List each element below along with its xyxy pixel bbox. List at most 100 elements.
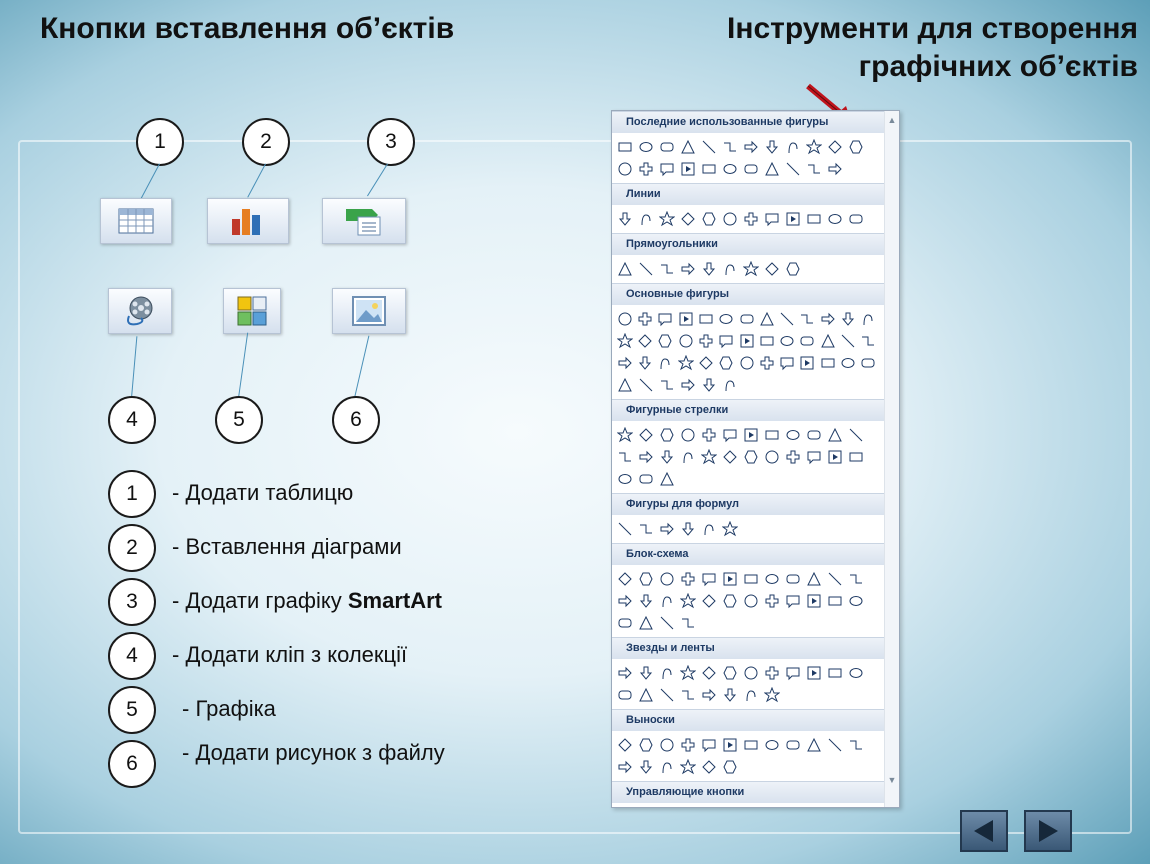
insert-clip-button[interactable] [108,288,172,334]
shape-option-icon[interactable] [763,664,781,682]
insert-table-button[interactable] [100,198,172,244]
shape-option-icon[interactable] [697,332,714,350]
shape-option-icon[interactable] [742,210,760,228]
shape-option-icon[interactable] [784,664,802,682]
shape-option-icon[interactable] [697,310,714,328]
shape-option-icon[interactable] [616,376,634,394]
shape-option-icon[interactable] [700,210,718,228]
shape-option-icon[interactable] [847,736,865,754]
scroll-up-icon[interactable]: ▲ [885,115,899,125]
shape-option-icon[interactable] [805,592,823,610]
shape-option-icon[interactable] [799,310,816,328]
shape-option-icon[interactable] [763,448,781,466]
shape-option-icon[interactable] [636,332,653,350]
shape-option-icon[interactable] [616,426,634,444]
shape-option-icon[interactable] [799,354,816,372]
shape-option-icon[interactable] [784,736,802,754]
shape-option-icon[interactable] [819,310,836,328]
shape-option-icon[interactable] [679,520,697,538]
shape-option-icon[interactable] [658,448,676,466]
shape-option-icon[interactable] [742,448,760,466]
shape-option-icon[interactable] [826,160,844,178]
shape-option-icon[interactable] [657,310,674,328]
shape-option-icon[interactable] [826,448,844,466]
shape-option-icon[interactable] [779,310,796,328]
shape-option-icon[interactable] [637,570,655,588]
shape-option-icon[interactable] [658,686,676,704]
shape-option-icon[interactable] [763,592,781,610]
shape-option-icon[interactable] [658,664,676,682]
shape-option-icon[interactable] [637,736,655,754]
shape-option-icon[interactable] [677,310,694,328]
shape-option-icon[interactable] [742,686,760,704]
shape-option-icon[interactable] [679,592,697,610]
shape-option-icon[interactable] [616,210,634,228]
shape-option-icon[interactable] [636,354,653,372]
shape-option-icon[interactable] [805,426,823,444]
shape-option-icon[interactable] [738,354,755,372]
shape-option-icon[interactable] [637,592,655,610]
shape-option-icon[interactable] [700,376,718,394]
shape-option-icon[interactable] [616,332,633,350]
shape-option-icon[interactable] [616,686,634,704]
shape-option-icon[interactable] [637,160,655,178]
shape-option-icon[interactable] [758,332,775,350]
shape-option-icon[interactable] [677,354,694,372]
shape-option-icon[interactable] [826,736,844,754]
shape-option-icon[interactable] [658,138,676,156]
shape-option-icon[interactable] [805,210,823,228]
shape-option-icon[interactable] [847,426,865,444]
insert-chart-button[interactable] [207,198,289,244]
shape-option-icon[interactable] [679,686,697,704]
shape-option-icon[interactable] [742,138,760,156]
shape-option-icon[interactable] [700,686,718,704]
shape-option-icon[interactable] [658,736,676,754]
shape-option-icon[interactable] [679,758,697,776]
shape-option-icon[interactable] [847,210,865,228]
shape-option-icon[interactable] [826,570,844,588]
shape-option-icon[interactable] [637,686,655,704]
shape-option-icon[interactable] [799,332,816,350]
shape-option-icon[interactable] [826,426,844,444]
shape-option-icon[interactable] [721,426,739,444]
shape-option-icon[interactable] [805,448,823,466]
shape-option-icon[interactable] [636,310,653,328]
shape-option-icon[interactable] [679,736,697,754]
shape-option-icon[interactable] [805,736,823,754]
shape-option-icon[interactable] [616,570,634,588]
shape-option-icon[interactable] [679,260,697,278]
shape-option-icon[interactable] [637,426,655,444]
shape-option-icon[interactable] [721,376,739,394]
shape-option-icon[interactable] [784,210,802,228]
shape-option-icon[interactable] [657,332,674,350]
shape-option-icon[interactable] [721,520,739,538]
shape-option-icon[interactable] [805,664,823,682]
shape-option-icon[interactable] [742,570,760,588]
shape-option-icon[interactable] [742,592,760,610]
shape-option-icon[interactable] [658,592,676,610]
shape-option-icon[interactable] [758,354,775,372]
shape-option-icon[interactable] [784,260,802,278]
shapes-gallery[interactable]: ▲ ▼ Последние использованные фигуры Лини… [611,110,900,808]
shape-option-icon[interactable] [784,448,802,466]
shape-option-icon[interactable] [826,664,844,682]
shape-option-icon[interactable] [847,448,865,466]
shape-option-icon[interactable] [658,426,676,444]
shape-option-icon[interactable] [718,310,735,328]
shape-option-icon[interactable] [679,570,697,588]
shape-option-icon[interactable] [679,664,697,682]
shape-option-icon[interactable] [637,470,655,488]
next-slide-button[interactable] [1024,810,1072,852]
previous-slide-button[interactable] [960,810,1008,852]
shape-option-icon[interactable] [658,520,676,538]
insert-picture-button[interactable] [332,288,406,334]
shape-option-icon[interactable] [826,210,844,228]
shape-option-icon[interactable] [700,592,718,610]
scrollbar[interactable]: ▲ ▼ [884,111,899,807]
shape-option-icon[interactable] [616,160,634,178]
shape-option-icon[interactable] [721,260,739,278]
shape-option-icon[interactable] [819,332,836,350]
shape-option-icon[interactable] [826,138,844,156]
shape-option-icon[interactable] [847,664,865,682]
shape-option-icon[interactable] [700,138,718,156]
